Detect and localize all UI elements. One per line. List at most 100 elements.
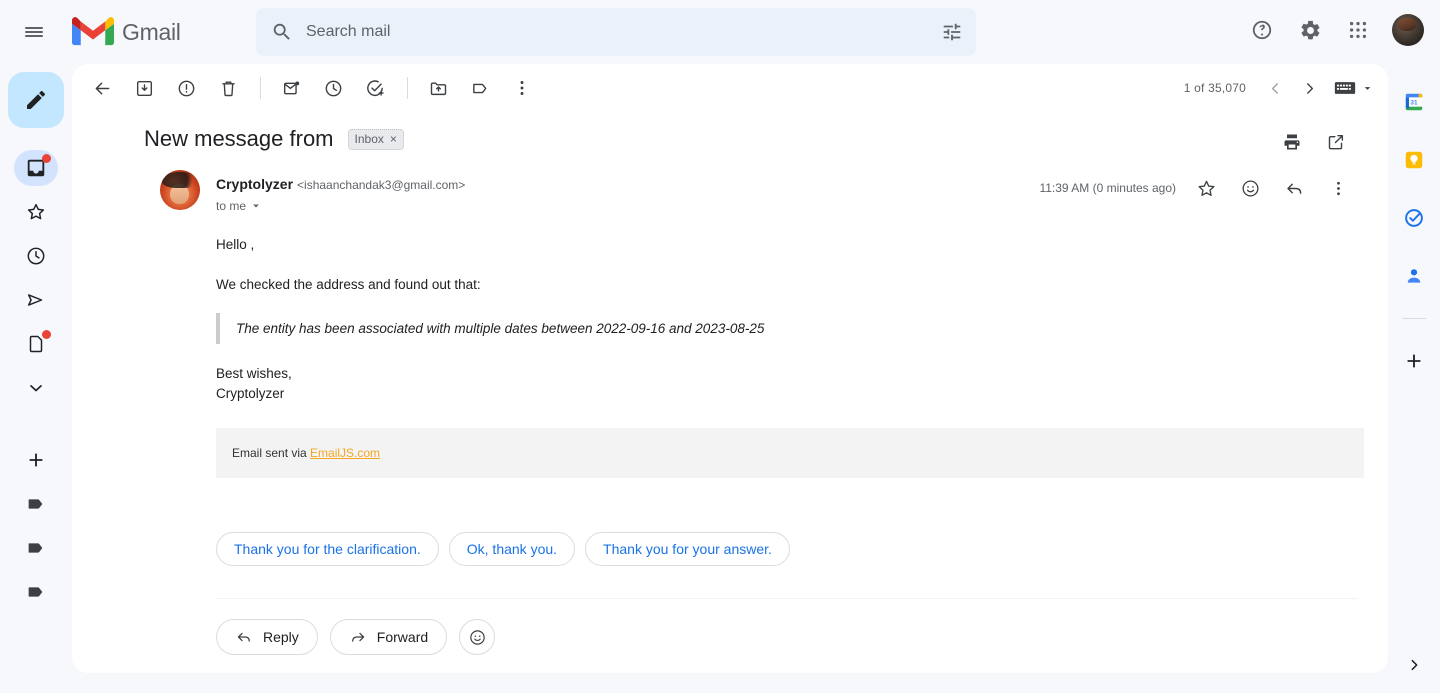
message-toolbar: 1 of 35,070 [72,64,1388,112]
google-apps-grid-icon[interactable] [1336,8,1380,52]
calendar-31-icon: 31 [1405,93,1423,111]
sidebar-item-snoozed[interactable] [14,238,58,274]
toolbar-divider-2 [407,77,408,99]
report-spam-button[interactable] [166,68,206,108]
keep-lightbulb-icon [1405,151,1423,169]
snooze-button[interactable] [313,68,353,108]
add-to-tasks-button[interactable] [355,68,395,108]
label-chip-remove-icon[interactable]: × [390,132,397,146]
message-timestamp: 11:39 AM (0 minutes ago) [1039,181,1176,195]
archive-icon [136,80,152,96]
search-bar[interactable] [256,8,976,56]
google-tasks-icon[interactable] [1394,198,1434,238]
chevron-down-icon [30,385,42,392]
google-contacts-icon[interactable] [1394,256,1434,296]
printer-icon [1284,134,1300,150]
pencil-compose-icon [27,90,46,109]
sidebar-label-1[interactable] [14,486,58,522]
compose-button[interactable] [8,72,64,128]
forward-button[interactable]: Forward [329,619,448,656]
google-calendar-icon[interactable]: 31 [1394,82,1434,122]
inbox-unread-badge [42,154,51,163]
keyboard-icon [1334,82,1356,94]
svg-text:31: 31 [1410,100,1418,107]
message-count: 1 of 35,070 [1183,81,1246,95]
body-signoff-1: Best wishes, [216,366,292,382]
forward-arrow-icon [351,632,364,642]
input-tools-selector[interactable] [1334,80,1374,96]
reply-button-label: Reply [263,629,299,646]
smart-reply-chip-1[interactable]: Thank you for the clarification. [216,532,439,567]
side-panel-rail: 31 [1388,64,1440,693]
sidebar-item-inbox[interactable] [14,150,58,186]
trash-icon [221,81,235,96]
side-panel-divider [1402,318,1426,319]
move-to-button[interactable] [418,68,458,108]
label-tag-icon [28,587,43,597]
older-message-button[interactable] [1292,71,1326,105]
reply-button[interactable]: Reply [216,619,318,656]
smart-reply-chip-3[interactable]: Thank you for your answer. [585,532,790,567]
star-icon [1197,180,1215,196]
create-new-label-button[interactable] [14,442,58,478]
main-menu-hamburger-icon[interactable] [10,8,58,56]
top-app-bar: Gmail [0,0,1440,64]
labels-button[interactable] [460,68,500,108]
google-keep-icon[interactable] [1394,140,1434,180]
delete-button[interactable] [208,68,248,108]
task-check-plus-icon [366,79,384,96]
support-help-icon[interactable] [1240,8,1284,52]
message-more-options-button[interactable] [1318,168,1358,208]
sidebar-item-more[interactable] [14,370,58,406]
external-link-icon [1328,134,1344,150]
account-avatar[interactable] [1392,14,1424,46]
sidebar-label-3[interactable] [14,574,58,610]
sender-avatar[interactable] [160,170,200,210]
inbox-label-chip: Inbox × [347,128,404,150]
body-intro: We checked the address and found out tha… [216,277,481,293]
message-actions: 11:39 AM (0 minutes ago) [1039,168,1360,208]
react-button[interactable] [459,619,496,656]
reply-icon-button[interactable] [1274,168,1314,208]
contacts-person-icon [1407,269,1421,283]
reply-arrow-icon [237,632,250,642]
reply-arrow-icon [1286,183,1301,194]
send-paper-plane-icon [27,294,43,306]
message-panel: 1 of 35,070 New message from Inbox × Cry… [72,64,1388,673]
sidebar-label-2[interactable] [14,530,58,566]
more-vertical-dots-icon [520,81,524,95]
clock-snoozed-icon [27,247,45,265]
more-vertical-dots-icon [1336,181,1340,195]
recipient-expander[interactable]: to me [216,199,263,213]
show-side-panel-button[interactable] [1396,647,1432,683]
sidebar-item-starred[interactable] [14,194,58,230]
sender-line: Cryptolyzer <ishaanchandak3@gmail.com> [216,176,465,194]
clock-snooze-icon [325,80,341,96]
archive-button[interactable] [124,68,164,108]
star-message-button[interactable] [1186,168,1226,208]
get-addons-plus-icon[interactable] [1394,341,1434,381]
newer-message-button[interactable] [1258,71,1292,105]
search-input[interactable] [306,23,928,41]
sender-email: <ishaanchandak3@gmail.com> [297,178,466,192]
search-icon [270,20,294,44]
more-options-button[interactable] [502,68,542,108]
mark-unread-button[interactable] [271,68,311,108]
recipient-text: to me [216,199,247,213]
add-reaction-button[interactable] [1230,168,1270,208]
emailjs-link[interactable]: EmailJS.com [310,446,380,460]
chevron-left-icon [1271,82,1278,94]
sidebar-item-sent[interactable] [14,282,58,318]
left-navigation-rail [0,64,72,693]
smart-reply-chip-2[interactable]: Ok, thank you. [448,532,576,567]
forward-button-label: Forward [376,629,429,646]
sidebar-item-drafts[interactable] [14,326,58,362]
search-options-tune-icon[interactable] [928,8,976,56]
chevron-down-icon [253,204,259,208]
message-scroll-area[interactable]: New message from Inbox × Cryptolyzer <is… [72,112,1388,673]
back-to-inbox-button[interactable] [82,68,122,108]
star-icon [27,203,45,220]
gmail-brand-logo[interactable]: Gmail [72,16,181,48]
page-title: New message from [144,126,334,151]
settings-gear-icon[interactable] [1288,8,1332,52]
